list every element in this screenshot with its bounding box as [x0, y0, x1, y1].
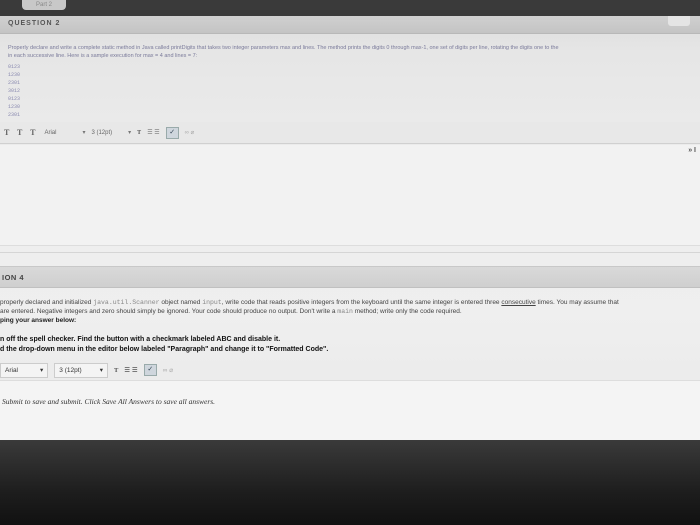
chevron-down-icon: ▾	[99, 367, 103, 374]
text-format-buttons[interactable]: T T T	[4, 128, 38, 137]
question-line: are entered. Negative integers and zero …	[0, 308, 462, 315]
question-title: ION 4	[2, 273, 25, 282]
text-color-icon[interactable]: T	[114, 367, 118, 374]
instruction-line: n off the spell checker. Find the button…	[0, 336, 281, 343]
divider	[0, 252, 700, 253]
top-tab[interactable]: Part 2	[22, 0, 66, 10]
instruction-line: d the drop-down menu in the editor below…	[0, 346, 329, 353]
font-size-select[interactable]: 3 (12pt) ▾	[54, 362, 108, 378]
answer-editor[interactable]	[0, 380, 700, 442]
editor-toolbar: T T T Arial ▾ 3 (12pt) ▾ T ☰ ☰ ✓ ∞ ⌀	[0, 122, 700, 144]
question-line: Properly declare and write a complete st…	[8, 45, 559, 51]
question-text: properly declared and initialized java.u…	[0, 298, 700, 325]
editor-toolbar: Arial ▾ 3 (12pt) ▾ T ☰ ☰ ✓ ∞ ⌀	[0, 362, 700, 378]
submit-hint: Submit to save and submit. Click Save Al…	[2, 397, 216, 406]
text-color-icon[interactable]: T	[137, 130, 141, 136]
sample-line: 0123	[8, 64, 21, 70]
instructions: n off the spell checker. Find the button…	[0, 335, 700, 355]
sample-line: 2301	[8, 80, 21, 86]
question-header: QUESTION 2	[0, 16, 700, 34]
list-icons[interactable]: ☰ ☰	[124, 366, 137, 374]
chevron-down-icon: ▾	[82, 130, 86, 136]
question-line: in each successive line. Here is a sampl…	[8, 53, 198, 59]
question-text: Properly declare and write a complete st…	[8, 44, 698, 60]
editor-expand-icon[interactable]: » I	[688, 147, 696, 154]
spellcheck-icon[interactable]: ✓	[165, 126, 179, 139]
spellcheck-icon[interactable]: ✓	[143, 364, 157, 376]
sample-line: 2301	[8, 112, 21, 118]
question-header: ION 4	[0, 266, 700, 288]
page: Part 2 QUESTION 2 Properly declare and w…	[0, 0, 700, 525]
question-title: QUESTION 2	[8, 20, 61, 27]
sample-line: 1230	[8, 72, 21, 78]
answer-editor[interactable]: » I	[0, 145, 700, 246]
sample-line: 1230	[8, 104, 21, 110]
bottom-shadow	[0, 440, 700, 525]
points-tab	[668, 16, 690, 26]
question-line: properly declared and initialized java.u…	[0, 299, 619, 306]
sample-line: 0123	[8, 96, 21, 102]
chevron-down-icon: ▾	[128, 130, 132, 136]
list-icons[interactable]: ☰ ☰	[147, 129, 159, 136]
font-select[interactable]: Arial	[44, 130, 56, 136]
link-icon[interactable]: ∞ ⌀	[185, 129, 195, 136]
chevron-down-icon: ▾	[40, 367, 44, 374]
sample-output: 0123 1230 2301 3012 0123 1230 2301	[8, 63, 20, 119]
question-line: ping your answer below:	[0, 317, 77, 324]
font-select[interactable]: Arial ▾	[0, 362, 49, 378]
link-icon[interactable]: ∞ ⌀	[163, 366, 173, 374]
font-size-select[interactable]: 3 (12pt)	[91, 130, 112, 136]
sample-line: 3012	[8, 88, 21, 94]
